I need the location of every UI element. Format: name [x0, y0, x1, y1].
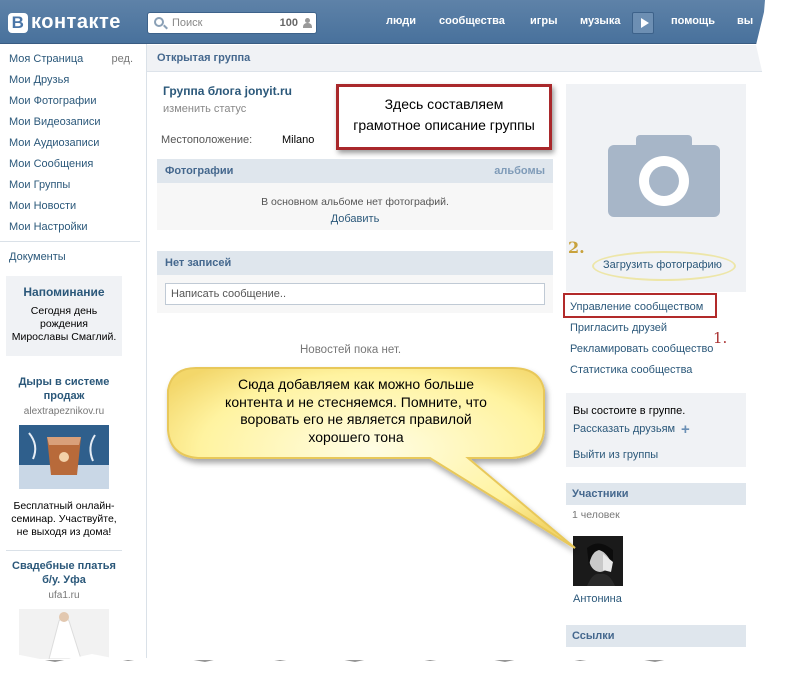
torn-edge-overlay [0, 0, 790, 690]
